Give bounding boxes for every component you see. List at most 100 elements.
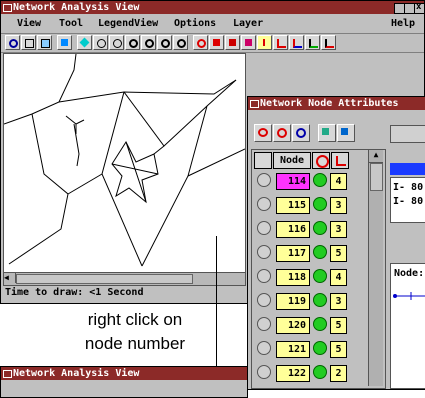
header-no-entry-icon[interactable] xyxy=(312,152,330,169)
table-row[interactable]: 115 3 xyxy=(254,194,366,216)
menu-tool[interactable]: Tool xyxy=(59,18,83,29)
arrow-red-icon[interactable] xyxy=(225,35,240,50)
menu-help[interactable]: Help xyxy=(391,18,415,29)
diamond-tool-icon[interactable] xyxy=(77,35,92,50)
edit-node-icon[interactable] xyxy=(241,35,256,50)
detail-blue-bar xyxy=(390,163,425,175)
zoom-layer-icon[interactable] xyxy=(173,35,188,50)
status-indicator-icon xyxy=(313,365,327,379)
turn-tool-icon[interactable] xyxy=(289,35,304,50)
second-window-title: Network Analysis View xyxy=(13,368,140,379)
scroll-left-arrow-icon[interactable]: ◀ xyxy=(4,273,16,283)
node-value-cell[interactable]: 3 xyxy=(330,293,347,310)
table-row[interactable]: 121 5 xyxy=(254,338,366,360)
main-window-titlebar[interactable]: Network Analysis View x xyxy=(1,1,424,14)
table-row[interactable]: 117 5 xyxy=(254,242,366,264)
horizontal-scrollbar[interactable]: ◀ xyxy=(3,272,246,286)
row-select-toggle[interactable] xyxy=(257,341,271,355)
network-view-canvas[interactable] xyxy=(3,53,246,273)
header-node[interactable]: Node xyxy=(273,152,311,169)
network-lines xyxy=(4,54,245,267)
attr-window-titlebar[interactable]: Network Node Attributes xyxy=(248,97,425,110)
zoom-in-icon[interactable] xyxy=(125,35,140,50)
status-indicator-icon xyxy=(313,197,327,211)
line-tool-icon[interactable] xyxy=(257,35,272,50)
node-number-cell[interactable]: 116 xyxy=(276,221,310,238)
scroll-up-arrow-icon[interactable]: ▲ xyxy=(369,150,383,163)
header-select-icon[interactable] xyxy=(254,152,272,169)
pointer-red-icon[interactable] xyxy=(209,35,224,50)
zoom-out-icon[interactable] xyxy=(141,35,156,50)
node-value-cell[interactable]: 3 xyxy=(330,221,347,238)
node-value-cell[interactable]: 2 xyxy=(330,365,347,382)
menu-legendview[interactable]: LegendView xyxy=(98,18,158,29)
paint-tool-icon[interactable] xyxy=(321,35,336,50)
menu-layer[interactable]: Layer xyxy=(233,18,263,29)
detail-list-item-2[interactable]: I- 80 xyxy=(393,196,423,207)
pan-icon[interactable] xyxy=(93,35,108,50)
link-icon[interactable] xyxy=(337,124,355,142)
window-menu-icon[interactable] xyxy=(250,100,259,108)
node-value-cell[interactable]: 3 xyxy=(330,197,347,214)
table-row[interactable]: 119 3 xyxy=(254,290,366,312)
table-row[interactable]: 120 5 xyxy=(254,314,366,336)
node-number-cell[interactable]: 122 xyxy=(276,365,310,382)
select-icon[interactable] xyxy=(37,35,52,50)
add-record-icon[interactable] xyxy=(318,124,336,142)
table-vertical-scrollbar[interactable]: ▲ xyxy=(368,150,383,386)
row-select-toggle[interactable] xyxy=(257,317,271,331)
no-entry-icon[interactable] xyxy=(273,124,291,142)
header-angle-icon[interactable] xyxy=(331,152,349,169)
node-number-cell[interactable]: 115 xyxy=(276,197,310,214)
node-value-cell[interactable]: 5 xyxy=(330,341,347,358)
node-value-cell[interactable]: 4 xyxy=(330,173,347,190)
menu-view[interactable]: View xyxy=(17,18,41,29)
table-row[interactable]: 118 4 xyxy=(254,266,366,288)
status-indicator-icon xyxy=(313,317,327,331)
window-menu-icon[interactable] xyxy=(3,4,12,12)
move-icon[interactable] xyxy=(57,35,72,50)
node-value-cell[interactable]: 4 xyxy=(330,269,347,286)
row-select-toggle[interactable] xyxy=(257,365,271,379)
status-indicator-icon xyxy=(313,293,327,307)
status-indicator-icon xyxy=(313,173,327,187)
redraw-icon[interactable] xyxy=(5,35,20,50)
route-tool-icon[interactable] xyxy=(305,35,320,50)
node-number-cell[interactable]: 117 xyxy=(276,245,310,262)
row-select-toggle[interactable] xyxy=(257,293,271,307)
second-window-titlebar[interactable]: Network Analysis View xyxy=(1,367,247,380)
angle-tool-icon[interactable] xyxy=(273,35,288,50)
row-select-toggle[interactable] xyxy=(257,221,271,235)
node-diagram xyxy=(393,292,425,300)
window-menu-icon[interactable] xyxy=(3,370,12,378)
row-select-toggle[interactable] xyxy=(257,197,271,211)
node-value-cell[interactable]: 5 xyxy=(330,317,347,334)
table-row[interactable]: 122 2 xyxy=(254,362,366,384)
node-value-cell[interactable]: 5 xyxy=(330,245,347,262)
scroll-thumb-vertical[interactable] xyxy=(370,163,383,191)
node-number-cell[interactable]: 118 xyxy=(276,269,310,286)
node-number-cell[interactable]: 120 xyxy=(276,317,310,334)
scroll-thumb[interactable] xyxy=(16,274,193,284)
row-select-toggle[interactable] xyxy=(257,173,271,187)
detail-list-item-1[interactable]: I- 80 xyxy=(393,182,423,193)
zoom-area-icon[interactable] xyxy=(109,35,124,50)
menu-options[interactable]: Options xyxy=(174,18,216,29)
row-select-toggle[interactable] xyxy=(257,269,271,283)
zoom-to-icon[interactable] xyxy=(157,35,172,50)
table-row[interactable]: 116 3 xyxy=(254,218,366,240)
detail-button[interactable] xyxy=(390,125,425,143)
node-number-cell[interactable]: 114 xyxy=(276,173,310,190)
status-indicator-icon xyxy=(313,269,327,283)
second-analysis-window: Network Analysis View xyxy=(0,366,248,398)
refresh-icon[interactable] xyxy=(292,124,310,142)
node-number-cell[interactable]: 121 xyxy=(276,341,310,358)
full-view-icon[interactable] xyxy=(21,35,36,50)
row-select-toggle[interactable] xyxy=(257,245,271,259)
record-icon[interactable] xyxy=(254,124,272,142)
close-button[interactable]: x xyxy=(414,2,424,14)
zoom-red-icon[interactable] xyxy=(193,35,208,50)
node-number-cell[interactable]: 119 xyxy=(276,293,310,310)
table-row[interactable]: 114 4 xyxy=(254,170,366,192)
status-bar: Time to draw: <1 Second xyxy=(5,287,144,298)
